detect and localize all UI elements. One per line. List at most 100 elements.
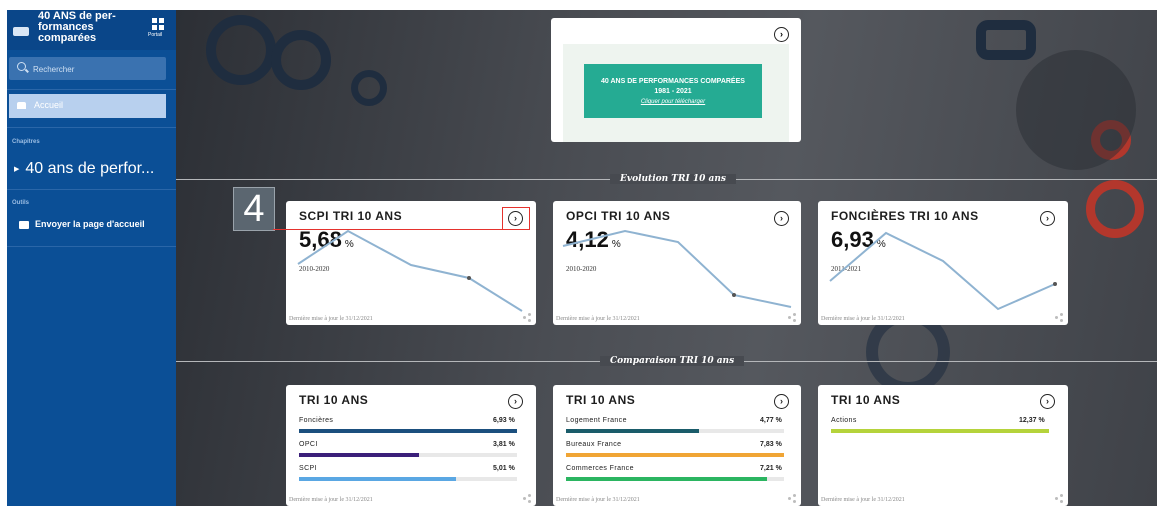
banner-years: 1981 - 2021 [654,88,692,95]
row-label: SCPI [299,465,317,472]
row-value: 7,83 % [760,441,782,448]
last-update: Dernière mise à jour le 31/12/2021 [821,497,905,503]
row-bar-fill [566,477,767,481]
sparkline-chart [297,229,523,312]
last-update: Dernière mise à jour le 31/12/2021 [556,316,640,322]
row-bar-fill [299,453,419,457]
home-button[interactable]: Accueil [9,94,166,118]
divider [7,189,176,190]
comparison-card-3[interactable]: TRI 10 ANS › Actions 12,37 % Dernière mi… [818,385,1068,506]
card-title: TRI 10 ANS [831,393,901,407]
share-icon[interactable] [788,313,796,322]
link-decoration-icon [976,20,1036,60]
share-icon[interactable] [788,494,796,503]
portal-label[interactable]: Portail [148,32,162,38]
gear-decoration-icon [351,70,387,106]
search-box[interactable] [9,57,166,80]
row-label: Bureaux France [566,441,622,448]
row-bar-track [566,477,784,481]
highlight-line [273,229,528,230]
chevron-right-icon[interactable]: › [774,27,789,42]
chevron-right-icon[interactable]: › [774,394,789,409]
sidebar: 40 ANS de per- formances comparées Porta… [7,10,176,506]
chevron-right-icon[interactable]: › [1040,394,1055,409]
banner-title-box: 40 ANS DE PERFORMANCES COMPARÉES 1981 - … [584,64,762,118]
row-value: 5,01 % [493,465,515,472]
sidebar-header: 40 ANS de per- formances comparées Porta… [7,10,176,50]
row-bar-track [299,477,517,481]
chapters-header: Chapitres [12,139,40,145]
row-value: 4,77 % [760,417,782,424]
book-logo-icon [13,27,29,36]
divider [7,89,176,90]
sparkline-point [1053,282,1057,286]
row-bar-track [299,453,517,457]
row-label: Foncières [299,417,334,424]
gear-decoration-icon [206,15,276,85]
tools-header: Outils [12,200,30,206]
sparkline-line [297,229,523,312]
comparison-card-1[interactable]: TRI 10 ANS › Foncières 6,93 % OPCI 3,81 … [286,385,536,506]
row-value: 6,93 % [493,417,515,424]
row-bar-fill [566,453,784,457]
gear-decoration-icon [271,30,331,90]
comparison-card-2[interactable]: TRI 10 ANS › Logement France 4,77 % Bure… [553,385,801,506]
sparkline-line [829,231,1056,311]
row-bar-track [299,429,517,433]
sparkline-line [562,229,792,308]
sparkline-point [467,276,471,280]
home-label: Accueil [34,100,64,110]
section-title-evolution: Evolution TRI 10 ans [610,174,736,184]
sparkline-chart [829,231,1057,311]
card-title: TRI 10 ANS [299,393,369,407]
row-bar-track [831,429,1049,433]
last-update: Dernière mise à jour le 31/12/2021 [821,316,905,322]
row-bar-fill [299,477,456,481]
row-value: 7,21 % [760,465,782,472]
row-bar-fill [831,429,1049,433]
evolution-card-opci[interactable]: OPCI TRI 10 ANS › 4,12% 2010-2020 Derniè… [553,201,801,325]
chevron-right-icon[interactable]: › [508,394,523,409]
row-bar-fill [299,429,517,433]
row-bar-fill [566,429,699,433]
last-update: Dernière mise à jour le 31/12/2021 [289,316,373,322]
home-icon [17,102,26,109]
row-value: 3,81 % [493,441,515,448]
sparkline-chart [562,229,792,308]
chapter-item[interactable]: ▶ 40 ans de perfor... [14,160,154,178]
step-number-badge: 4 [233,187,275,231]
divider [7,127,176,128]
highlight-box [502,207,530,230]
share-icon[interactable] [1055,313,1063,322]
share-icon[interactable] [1055,494,1063,503]
sparkline-point [732,293,736,297]
mail-icon [19,220,29,229]
row-value: 12,37 % [1019,417,1045,424]
search-input[interactable] [31,60,165,78]
card-title: TRI 10 ANS [566,393,636,407]
evolution-card-foncieres[interactable]: FONCIÈRES TRI 10 ANS › 6,93% 2011-2021 D… [818,201,1068,325]
last-update: Dernière mise à jour le 31/12/2021 [556,497,640,503]
share-icon[interactable] [523,313,531,322]
evolution-card-scpi[interactable]: SCPI TRI 10 ANS › 5,68% 2010-2020 Derniè… [286,201,536,325]
app-title: 40 ANS de per- formances comparées [38,10,116,44]
send-homepage-label: Envoyer la page d'accueil [35,219,145,229]
send-homepage-item[interactable]: Envoyer la page d'accueil [19,219,145,229]
banner-download-link[interactable]: Cliquer pour télécharger [584,99,762,105]
top-strip [0,0,1157,10]
share-icon[interactable] [523,494,531,503]
row-label: Commerces France [566,465,634,472]
red-gear-decoration-icon [1086,180,1144,238]
download-banner-card[interactable]: › 40 ANS DE PERFORMANCES COMPARÉES 1981 … [551,18,801,142]
row-label: Logement France [566,417,627,424]
row-label: OPCI [299,441,318,448]
row-bar-track [566,429,784,433]
chevron-right-icon: ▶ [14,165,20,173]
section-title-comparison: Comparaison TRI 10 ans [600,356,745,366]
grid-icon[interactable] [152,18,164,30]
row-bar-track [566,453,784,457]
divider [7,246,176,247]
decoration [1016,50,1136,170]
chapter-label: 40 ans de perfor... [25,160,155,177]
banner-title: 40 ANS DE PERFORMANCES COMPARÉES [601,78,745,85]
